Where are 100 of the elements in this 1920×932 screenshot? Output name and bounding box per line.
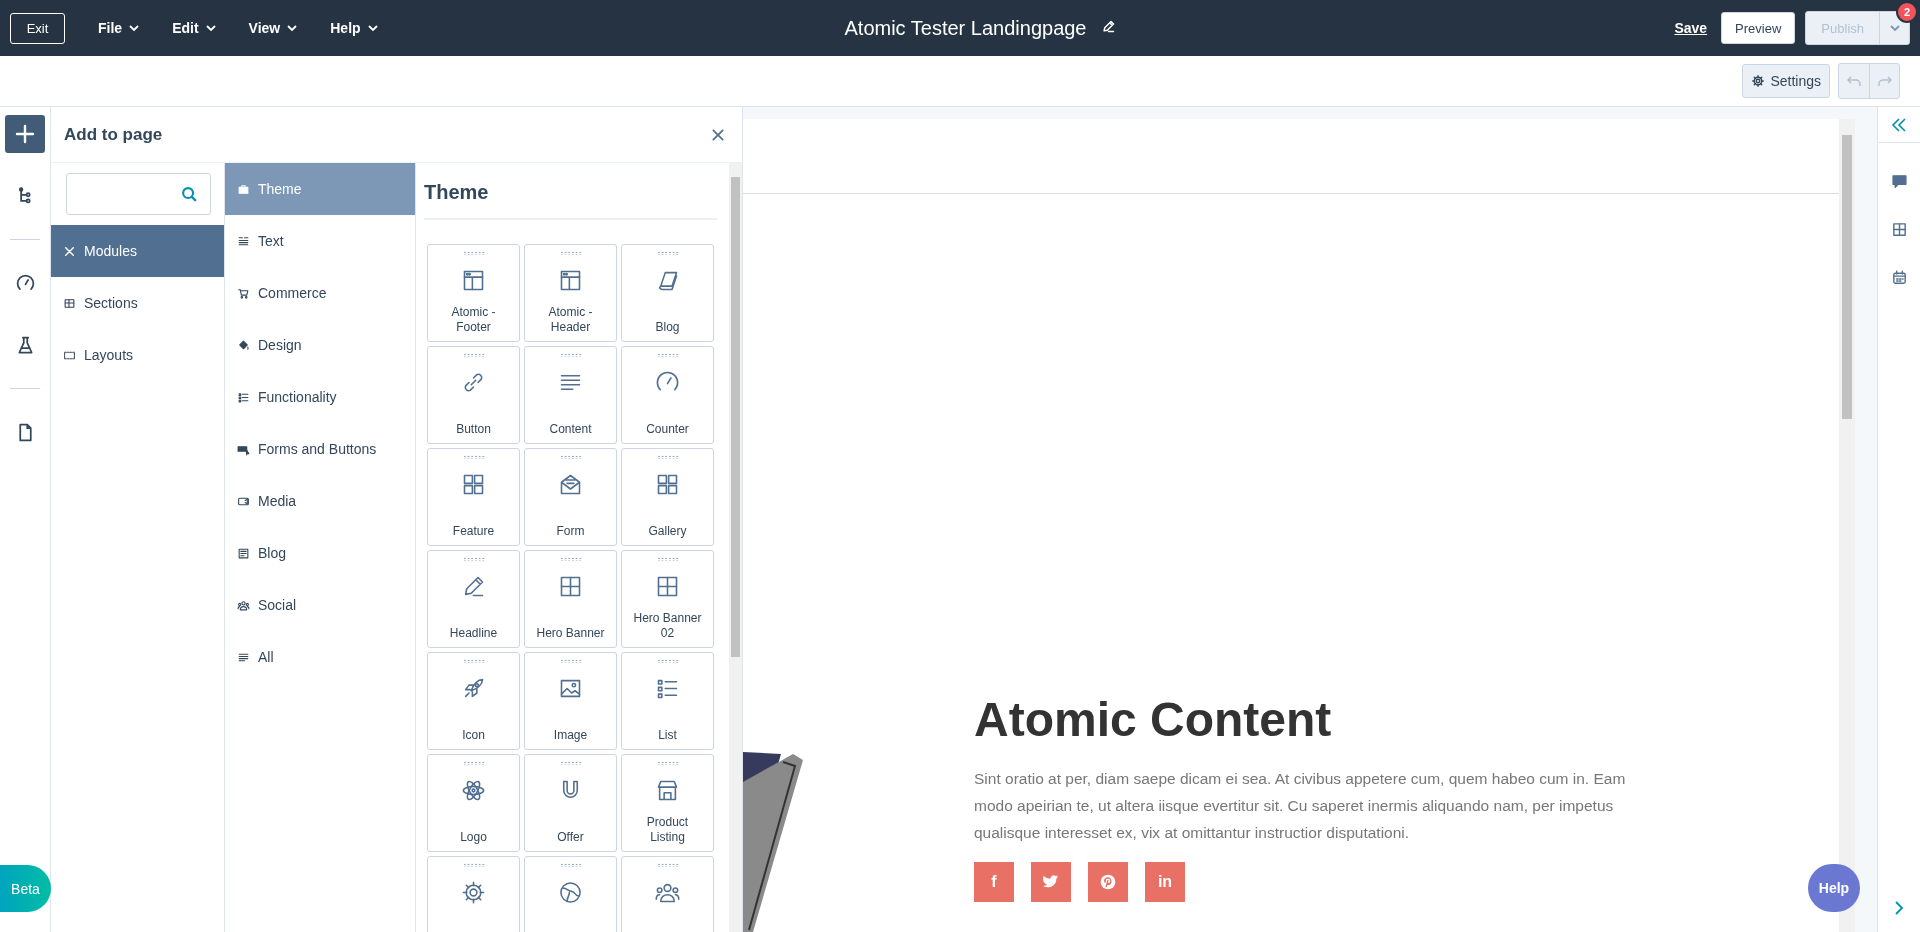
sidebar-tool-button[interactable]: [5, 115, 45, 153]
drag-handle-icon: [559, 251, 582, 255]
caret-icon: [129, 24, 140, 32]
edit-icon: [1100, 18, 1116, 34]
settings-icon: [1751, 74, 1766, 88]
module-tile[interactable]: Product Listing: [621, 754, 714, 852]
module-tile[interactable]: Headline: [427, 550, 520, 648]
module-tile[interactable]: Gallery: [621, 448, 714, 546]
redo-icon: [1877, 75, 1892, 87]
search-field[interactable]: [66, 173, 211, 215]
content-heading: Atomic Content: [974, 692, 1333, 747]
module-label: Content: [548, 422, 593, 437]
text-icon: [237, 234, 250, 248]
module-tile[interactable]: Logo: [427, 754, 520, 852]
briefcase-icon: [237, 182, 250, 196]
module-label: Product Listing: [645, 815, 690, 845]
menu-button[interactable]: File: [98, 20, 140, 36]
drag-handle-icon: [462, 455, 485, 459]
module-tile[interactable]: Blog: [621, 244, 714, 342]
drag-handle-icon: [656, 761, 679, 765]
settings-button[interactable]: Settings: [1742, 64, 1830, 98]
module-tile[interactable]: Atomic - Header: [524, 244, 617, 342]
list-icon: [237, 390, 250, 404]
category-tab[interactable]: Sections: [51, 277, 224, 329]
module-label: Counter: [645, 422, 690, 437]
cross-icon: [63, 244, 76, 258]
drag-handle-icon: [656, 353, 679, 357]
section-heading: Theme: [424, 163, 717, 220]
drag-handle-icon: [656, 659, 679, 663]
module-label: Headline: [448, 626, 499, 641]
drag-handle-icon: [559, 761, 582, 765]
menu-button[interactable]: Edit: [172, 20, 216, 36]
social-button[interactable]: [1031, 862, 1071, 902]
window-icon: [1890, 220, 1908, 238]
module-tile[interactable]: List: [621, 652, 714, 750]
subcategory-tab[interactable]: All: [225, 631, 415, 683]
subcategory-tab[interactable]: Functionality: [225, 371, 415, 423]
module-tile[interactable]: Image: [524, 652, 617, 750]
menu-button[interactable]: View: [248, 20, 298, 36]
drag-handle-icon: [656, 557, 679, 561]
drag-handle-icon: [656, 455, 679, 459]
module-label: Atomic - Header: [547, 305, 594, 335]
globe-icon: [557, 879, 584, 906]
module-tile[interactable]: Offer: [524, 754, 617, 852]
module-tile[interactable]: Hero Banner 02: [621, 550, 714, 648]
subcategory-tab[interactable]: Blog: [225, 527, 415, 579]
page-title: Atomic Tester Landingpage: [844, 16, 1087, 40]
bucket-icon: [237, 338, 250, 352]
module-label: Hero Banner 02: [632, 611, 703, 641]
module-tile[interactable]: [621, 856, 714, 932]
section-icon: [63, 296, 76, 310]
menu-button[interactable]: Help: [330, 20, 378, 36]
pin-circle-icon: [1100, 874, 1116, 890]
module-label: Form: [555, 524, 586, 539]
module-tile[interactable]: Button: [427, 346, 520, 444]
module-label: Feature: [451, 524, 496, 539]
subcategory-tab[interactable]: Forms and Buttons: [225, 423, 415, 475]
module-label: Logo: [459, 830, 488, 845]
panel-title: Add to page: [64, 124, 163, 145]
module-tile[interactable]: Atomic - Footer: [427, 244, 520, 342]
module-tile[interactable]: Feature: [427, 448, 520, 546]
module-label: Button: [455, 422, 492, 437]
drag-handle-icon: [559, 557, 582, 561]
drag-handle-icon: [462, 557, 485, 561]
preview-button[interactable]: Preview: [1721, 12, 1796, 44]
drag-handle-icon: [656, 863, 679, 867]
module-tile[interactable]: Content: [524, 346, 617, 444]
notification-badge: 2: [1896, 1, 1918, 23]
search-icon: [181, 185, 198, 203]
drag-handle-icon: [462, 761, 485, 765]
module-tile[interactable]: Hero Banner: [524, 550, 617, 648]
module-tile[interactable]: [427, 856, 520, 932]
module-tile[interactable]: [524, 856, 617, 932]
category-tab[interactable]: Modules: [51, 225, 224, 277]
drag-handle-icon: [559, 455, 582, 459]
caret-icon: [367, 24, 378, 32]
scrollbar[interactable]: [729, 163, 742, 932]
save-link[interactable]: Save: [1674, 20, 1708, 36]
chevron-icon: [1894, 900, 1904, 916]
people-icon: [237, 598, 250, 612]
caret-icon: [287, 24, 298, 32]
drag-handle-icon: [462, 659, 485, 663]
drag-handle-icon: [559, 863, 582, 867]
module-tile[interactable]: Icon: [427, 652, 520, 750]
category-tab[interactable]: Layouts: [51, 329, 224, 381]
module-label: Atomic - Footer: [450, 305, 497, 335]
subcategory-tab[interactable]: Social: [225, 579, 415, 631]
module-tile[interactable]: Form: [524, 448, 617, 546]
close-icon: [710, 126, 726, 143]
exit-button[interactable]: Exit: [10, 12, 65, 44]
subcategory-tab[interactable]: Media: [225, 475, 415, 527]
subcategory-tab[interactable]: Design: [225, 319, 415, 371]
cart-icon: [237, 286, 250, 300]
social-button[interactable]: [1088, 862, 1128, 902]
module-label: Offer: [556, 830, 585, 845]
drag-handle-icon: [462, 251, 485, 255]
chat-icon: [1890, 172, 1908, 190]
subcategory-tab[interactable]: Commerce: [225, 267, 415, 319]
module-tile[interactable]: Counter: [621, 346, 714, 444]
subcategory-tab[interactable]: Text: [225, 215, 415, 267]
